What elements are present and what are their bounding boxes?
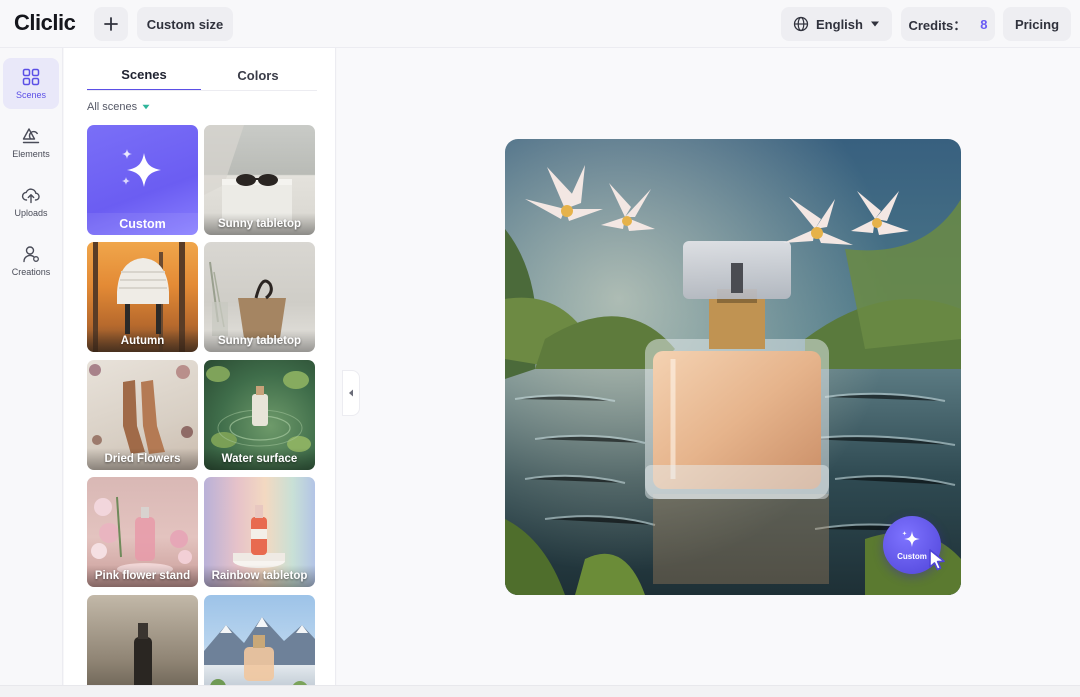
tab-divider [87, 90, 317, 91]
scene-card-label: Dried Flowers [87, 448, 198, 470]
rail-label: Uploads [14, 208, 48, 218]
language-label: English [816, 16, 863, 32]
caret-down-icon [142, 104, 150, 110]
tab-scenes[interactable]: Scenes [87, 60, 201, 91]
app-logo[interactable]: Cliclic [14, 10, 76, 36]
scene-card-label: Sunny tabletop [204, 330, 315, 352]
scene-card-custom[interactable]: Custom [87, 125, 198, 235]
scene-card-label: Autumn [87, 330, 198, 352]
scene-card-rainbow-tabletop[interactable]: Rainbow tabletop [204, 477, 315, 587]
language-selector[interactable]: English [781, 7, 892, 41]
sparkle-icon [902, 530, 920, 547]
scene-card-autumn[interactable]: Autumn [87, 242, 198, 352]
rail-label: Scenes [15, 90, 47, 100]
credits-label: Credits： [908, 17, 967, 33]
person-icon [23, 246, 39, 263]
tab-colors[interactable]: Colors [201, 60, 315, 91]
scene-card-label: Water surface [204, 448, 315, 470]
credits-value: 8 [980, 16, 988, 32]
collapse-panel-button[interactable] [342, 370, 360, 416]
scenes-grid-icon [22, 68, 40, 86]
upload-cloud-icon [21, 188, 40, 204]
credits-button[interactable]: Credits： 8 [901, 7, 995, 41]
rail-item-uploads[interactable]: Uploads [3, 176, 59, 227]
filter-label: All scenes [87, 101, 138, 113]
scene-card-label: Sunny tabletop [204, 213, 315, 235]
rail-item-scenes[interactable]: Scenes [3, 58, 59, 109]
scene-card-label: Pink flower stand [87, 565, 198, 587]
scene-card-label: Custom [87, 213, 198, 235]
custom-fab-label: Custom [897, 551, 927, 561]
pointer-cursor-icon [929, 549, 945, 571]
scene-card-dried-flowers[interactable]: Dried Flowers [87, 360, 198, 470]
rail-label: Creations [11, 267, 51, 277]
scene-card-sunny-tabletop[interactable]: Sunny tabletop [204, 125, 315, 235]
caret-down-icon [870, 21, 879, 27]
left-rail: Scenes Elements Uploads Creations [0, 48, 63, 685]
scene-card-pink-flower-stand[interactable]: Pink flower stand [87, 477, 198, 587]
scene-card-sunny-tabletop-2[interactable]: Sunny tabletop [204, 242, 315, 352]
scene-filter-dropdown[interactable]: All scenes [87, 101, 150, 113]
scene-thumbnail [134, 623, 152, 685]
panel-tabs: Scenes Colors [87, 60, 317, 91]
bottom-strip [0, 685, 1080, 697]
scene-card-mountain-perfume[interactable] [204, 595, 315, 685]
shapes-icon [22, 128, 40, 144]
scene-thumbnail [204, 617, 315, 685]
scene-card-dark-bottle[interactable] [87, 595, 198, 685]
rail-item-elements[interactable]: Elements [3, 117, 59, 168]
add-button[interactable] [94, 7, 128, 41]
top-bar: Cliclic Custom size English Credits： 8 P… [0, 0, 1080, 48]
rail-item-creations[interactable]: Creations [3, 235, 59, 286]
scene-card-water-surface[interactable]: Water surface [204, 360, 315, 470]
scene-card-label: Rainbow tabletop [204, 565, 315, 587]
rail-label: Elements [12, 149, 50, 159]
plus-icon [104, 17, 118, 31]
scenes-panel: Scenes Colors All scenes Custom Sunny ta… [64, 48, 336, 685]
sparkle-icon [122, 149, 161, 187]
globe-icon [793, 16, 809, 32]
pricing-button[interactable]: Pricing [1003, 7, 1071, 41]
custom-size-button[interactable]: Custom size [137, 7, 233, 41]
chevron-left-icon [349, 389, 353, 397]
